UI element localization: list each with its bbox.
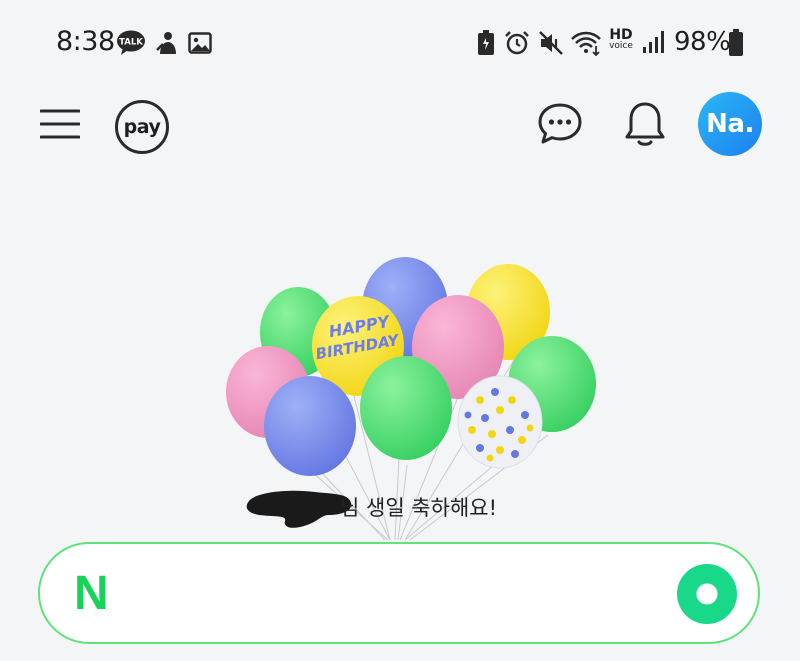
- voice-label: voice: [609, 41, 633, 51]
- hd-label: HD: [609, 27, 633, 43]
- status-bar: 8:38 TALK HD voice 98%: [0, 0, 800, 86]
- person-icon: [156, 32, 176, 54]
- kakaotalk-icon: TALK: [117, 30, 145, 55]
- birthday-greeting: 님 생일 축하해요!: [340, 496, 498, 520]
- balloon-green: [360, 356, 452, 460]
- bell-icon[interactable]: [624, 100, 666, 148]
- alarm-icon: [505, 31, 529, 55]
- wifi-icon: [571, 31, 601, 56]
- green-dot-icon[interactable]: [677, 564, 737, 624]
- balloon-blue: [264, 376, 356, 476]
- talk-badge-text: TALK: [119, 38, 143, 48]
- gallery-icon: [188, 32, 212, 54]
- avatar[interactable]: Na.: [698, 92, 762, 156]
- search-bar[interactable]: N: [38, 542, 760, 644]
- naver-logo[interactable]: N: [74, 566, 109, 621]
- battery-icon: [729, 29, 743, 56]
- signal-icon: [643, 31, 664, 53]
- search-input[interactable]: [150, 566, 654, 624]
- status-time: 8:38: [56, 26, 115, 57]
- redacted-name: [246, 490, 352, 528]
- chat-bubble-icon[interactable]: [537, 102, 583, 146]
- hamburger-menu-icon[interactable]: [40, 108, 80, 140]
- battery-percent: 98%: [674, 27, 731, 57]
- battery-saver-icon: [478, 30, 494, 55]
- balloon-confetti: [457, 375, 543, 469]
- hd-voice-icon: HD voice: [606, 28, 636, 58]
- pay-button[interactable]: pay: [115, 100, 169, 154]
- avatar-label: Na.: [706, 109, 754, 139]
- pay-label: pay: [123, 116, 161, 138]
- mute-icon: [539, 31, 563, 55]
